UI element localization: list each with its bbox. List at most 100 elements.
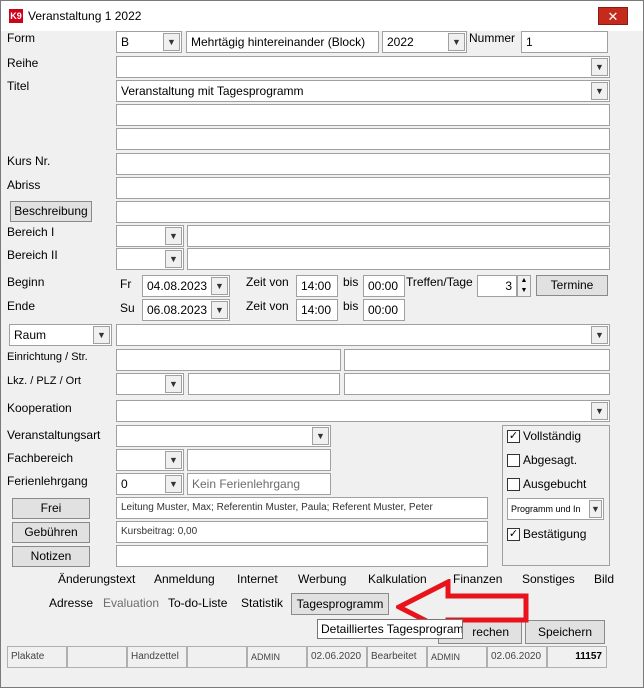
status-id: 11157 xyxy=(547,646,607,668)
link-werbung[interactable]: Werbung xyxy=(298,572,346,586)
programm-value: Programm und In xyxy=(511,504,581,514)
link-todo[interactable]: To-do-Liste xyxy=(168,596,227,610)
status-handzettel: Handzettel xyxy=(127,646,187,668)
speichern-button[interactable]: Speichern xyxy=(525,620,605,644)
titel-line2-input[interactable] xyxy=(116,104,610,126)
ferien-select[interactable]: 0 ▼ xyxy=(116,473,184,495)
form-description: Mehrtägig hintereinander (Block) xyxy=(186,31,379,53)
strasse-input[interactable] xyxy=(344,349,610,371)
beginn-time-to-input[interactable]: 00:00 xyxy=(363,275,405,297)
ende-time-from-input[interactable]: 14:00 xyxy=(296,299,338,321)
veranstaltungsart-select[interactable]: ▼ xyxy=(116,425,331,447)
kooperation-select[interactable]: ▼ xyxy=(116,400,610,422)
beginn-bis-label: bis xyxy=(343,275,359,289)
link-bild[interactable]: Bild xyxy=(594,572,614,586)
fachbereich-select[interactable]: ▼ xyxy=(116,449,184,471)
beginn-zeit-label: Zeit von xyxy=(246,275,289,289)
ausgebucht-checkbox[interactable] xyxy=(507,478,520,491)
bereich1-label: Bereich I xyxy=(7,225,55,239)
ende-time-to-input[interactable]: 00:00 xyxy=(363,299,405,321)
abriss-input[interactable] xyxy=(116,177,610,199)
window: K9 Veranstaltung 1 2022 ✕ Form B ▼ Mehrtä… xyxy=(0,0,644,688)
year-select[interactable]: 2022 ▼ xyxy=(382,31,467,53)
chevron-down-icon[interactable]: ▼ xyxy=(163,33,180,51)
chevron-down-icon[interactable]: ▼ xyxy=(165,475,182,493)
beginn-label: Beginn xyxy=(7,275,45,289)
status-empty-2 xyxy=(187,646,247,668)
chevron-down-icon[interactable]: ▼ xyxy=(165,250,182,268)
status-admin-1: ADMIN xyxy=(247,646,307,668)
beginn-date-value: 04.08.2023 xyxy=(147,279,208,293)
notizen-input[interactable] xyxy=(116,545,488,567)
raum-select[interactable]: Raum ▼ xyxy=(9,324,112,346)
ort-input[interactable] xyxy=(344,373,610,395)
treffen-tage-label: Treffen/Tage xyxy=(406,275,473,289)
status-plakate: Plakate xyxy=(7,646,67,668)
beschreibung-input[interactable] xyxy=(116,201,610,223)
beschreibung-button[interactable]: Beschreibung xyxy=(10,201,92,222)
titel-line3-input[interactable] xyxy=(116,128,610,150)
abgesagt-checkbox[interactable] xyxy=(507,454,520,467)
bereich2-desc xyxy=(187,248,610,270)
notizen-button[interactable]: Notizen xyxy=(12,546,90,567)
chevron-down-icon[interactable]: ▼ xyxy=(591,402,608,420)
bereich2-select[interactable]: ▼ xyxy=(116,248,184,270)
chevron-down-icon[interactable]: ▼ xyxy=(165,227,182,245)
fachbereich-desc xyxy=(187,449,331,471)
ende-date-value: 06.08.2023 xyxy=(147,303,208,317)
chevron-down-icon[interactable]: ▼ xyxy=(93,326,110,344)
titel-value: Veranstaltung mit Tagesprogramm xyxy=(121,84,304,98)
tagesprogramm-button[interactable]: Tagesprogramm xyxy=(291,593,389,615)
beginn-date-picker[interactable]: 04.08.2023 ▼ xyxy=(142,275,230,297)
einrichtung-input[interactable] xyxy=(116,349,341,371)
chevron-down-icon[interactable]: ▼ xyxy=(591,326,608,344)
bestaetigung-checkbox[interactable]: ✓ xyxy=(507,528,520,541)
lkz-select[interactable]: ▼ xyxy=(116,373,184,395)
kurs-nr-input[interactable] xyxy=(116,153,610,175)
frei-button[interactable]: Frei xyxy=(12,498,90,519)
chevron-down-icon[interactable]: ▼ xyxy=(591,82,608,100)
treffen-input[interactable]: 3 xyxy=(477,275,517,297)
link-statistik[interactable]: Statistik xyxy=(241,596,283,610)
close-button[interactable]: ✕ xyxy=(598,7,628,25)
vollstaendig-label: Vollständig xyxy=(523,429,582,443)
link-aenderungstext[interactable]: Änderungstext xyxy=(58,572,135,586)
chevron-down-icon[interactable]: ▼ xyxy=(591,58,608,76)
gebuehren-button[interactable]: Gebühren xyxy=(12,522,90,543)
chevron-down-icon[interactable]: ▼ xyxy=(211,301,228,319)
raum-description-select[interactable]: ▼ xyxy=(116,324,610,346)
chevron-down-icon[interactable]: ▼ xyxy=(312,427,329,445)
title-bar: K9 Veranstaltung 1 2022 ✕ xyxy=(1,1,643,31)
termine-button[interactable]: Termine xyxy=(536,275,608,296)
titel-select[interactable]: Veranstaltung mit Tagesprogramm ▼ xyxy=(116,80,610,102)
plz-input[interactable] xyxy=(188,373,340,395)
ende-date-picker[interactable]: 06.08.2023 ▼ xyxy=(142,299,230,321)
chevron-down-icon[interactable]: ▼ xyxy=(165,451,182,469)
form-select[interactable]: B ▼ xyxy=(116,31,182,53)
status-date-1: 02.06.2020 xyxy=(307,646,367,668)
bereich1-select[interactable]: ▼ xyxy=(116,225,184,247)
beginn-time-from-input[interactable]: 14:00 xyxy=(296,275,338,297)
vollstaendig-checkbox[interactable]: ✓ xyxy=(507,430,520,443)
chevron-down-icon[interactable]: ▼ xyxy=(448,33,465,51)
link-evaluation: Evaluation xyxy=(103,596,160,610)
reihe-select[interactable]: ▼ xyxy=(116,56,610,78)
stepper-up-icon[interactable]: ▲ xyxy=(518,276,530,286)
status-date-2: 02.06.2020 xyxy=(487,646,547,668)
kurs-nr-label: Kurs Nr. xyxy=(7,154,51,168)
chevron-down-icon[interactable]: ▼ xyxy=(211,277,228,295)
chevron-down-icon[interactable]: ▼ xyxy=(589,500,602,518)
kooperation-label: Kooperation xyxy=(7,401,72,415)
programm-select[interactable]: Programm und In ▼ xyxy=(507,498,604,520)
bereich2-label: Bereich II xyxy=(7,248,58,262)
ende-zeit-label: Zeit von xyxy=(246,299,289,313)
link-anmeldung[interactable]: Anmeldung xyxy=(154,572,215,586)
link-internet[interactable]: Internet xyxy=(237,572,278,586)
form-select-value: B xyxy=(121,35,130,49)
chevron-down-icon[interactable]: ▼ xyxy=(165,375,182,393)
stepper-down-icon[interactable]: ▼ xyxy=(518,286,530,296)
link-adresse[interactable]: Adresse xyxy=(49,596,93,610)
treffen-stepper[interactable]: ▲ ▼ xyxy=(517,275,531,297)
nummer-input[interactable]: 1 xyxy=(521,31,608,53)
form-label: Form xyxy=(7,31,35,45)
